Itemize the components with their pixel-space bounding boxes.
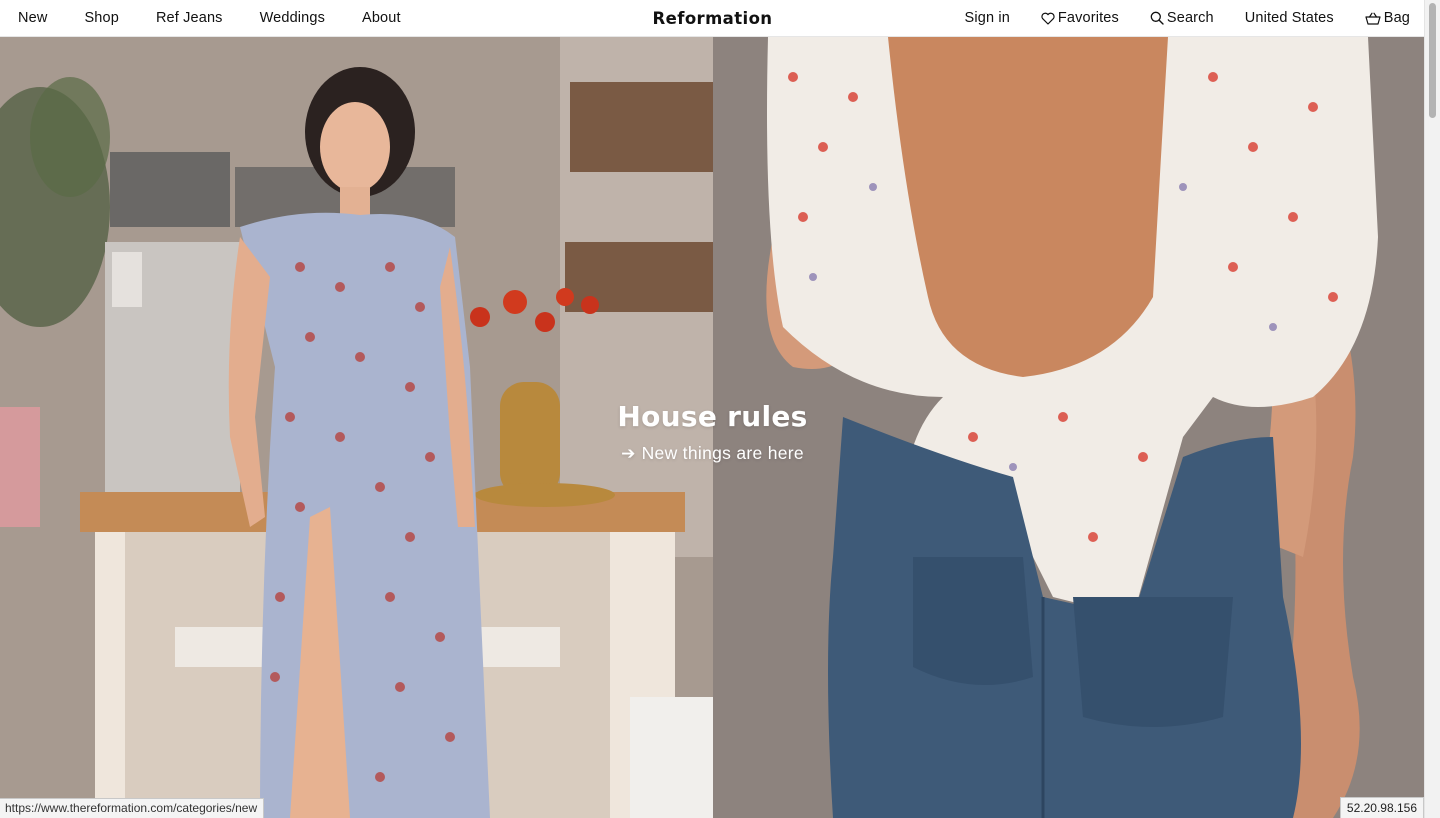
nav-link-shop[interactable]: Shop (84, 10, 118, 26)
search-label: Search (1166, 10, 1214, 26)
sign-in-link[interactable]: Sign in (965, 10, 1010, 26)
hero-text: House rules ➔ New things are here (0, 400, 1425, 464)
nav-link-weddings[interactable]: Weddings (260, 10, 325, 26)
scrollbar-thumb[interactable] (1429, 3, 1436, 118)
ip-address-badge: 52.20.98.156 (1339, 797, 1424, 818)
nav-link-new[interactable]: New (18, 10, 47, 26)
hero-title: House rules (617, 400, 808, 433)
search-link[interactable]: Search (1150, 10, 1214, 26)
nav-link-about[interactable]: About (362, 10, 401, 26)
nav-link-ref-jeans[interactable]: Ref Jeans (156, 10, 223, 26)
search-icon (1150, 11, 1164, 25)
hero-cta-link[interactable]: ➔ New things are here (621, 443, 804, 464)
country-selector[interactable]: United States (1245, 10, 1334, 26)
favorites-link[interactable]: Favorites (1041, 10, 1119, 26)
utility-nav: Sign in Favorites Search United States B… (934, 0, 1410, 36)
site-header: New Shop Ref Jeans Weddings About Reform… (0, 0, 1425, 37)
page-scrollbar[interactable] (1424, 0, 1440, 818)
favorites-label: Favorites (1057, 10, 1119, 26)
link-status-url: https://www.thereformation.com/categorie… (0, 798, 265, 818)
primary-nav: New Shop Ref Jeans Weddings About (18, 0, 438, 36)
bag-icon (1365, 12, 1381, 25)
hero-banner[interactable]: House rules ➔ New things are here (0, 37, 1425, 818)
hero-cta-label: New things are here (641, 443, 804, 463)
bag-link[interactable]: Bag (1365, 10, 1410, 26)
bag-label: Bag (1383, 10, 1410, 26)
arrow-right-icon: ➔ (621, 443, 636, 463)
heart-icon (1041, 12, 1055, 25)
brand-logo[interactable]: Reformation (653, 9, 773, 28)
